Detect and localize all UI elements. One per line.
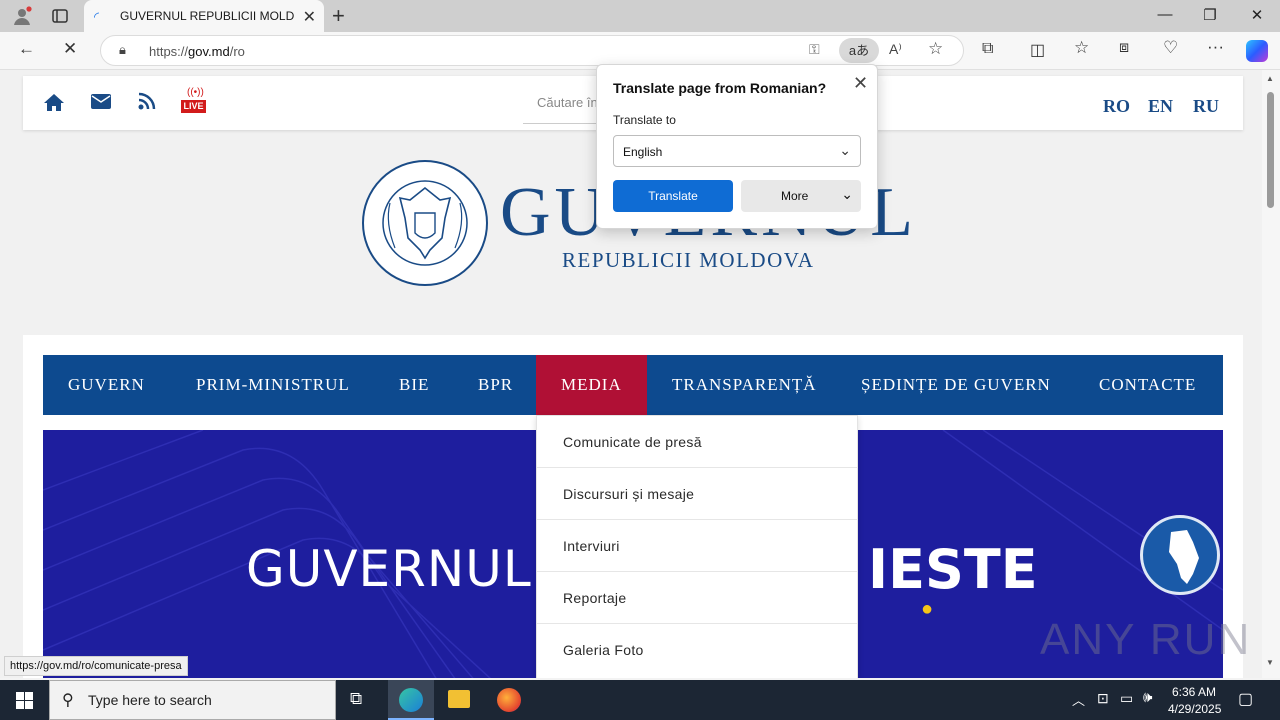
windows-taskbar: ⚲ Type here to search ⧉ ︿ ⊡ ▭ 🕪︎ 6:36 AM… <box>0 680 1280 720</box>
network-icon[interactable]: ⊡ <box>1097 690 1109 707</box>
more-button-label: More <box>781 189 809 203</box>
browser-titlebar: ◜ GUVERNUL REPUBLICII MOLDOV ✕ + — ❐ ✕ <box>0 0 1280 33</box>
more-menu-icon[interactable]: ··· <box>1207 37 1224 57</box>
translate-to-label: Translate to <box>613 113 676 127</box>
firefox-icon[interactable] <box>497 688 521 712</box>
target-language-select[interactable]: English ⌄ <box>613 135 861 167</box>
copilot-icon[interactable] <box>1246 40 1268 62</box>
minimize-icon[interactable]: — <box>1155 6 1175 23</box>
scroll-up-icon[interactable]: ▲ <box>1266 74 1274 83</box>
extensions-icon[interactable]: ⧉ <box>982 40 993 58</box>
browser-tab-active[interactable]: ◜ GUVERNUL REPUBLICII MOLDOV ✕ <box>84 0 324 33</box>
rss-icon[interactable] <box>138 92 156 115</box>
wifi-icon[interactable]: ▭ <box>1120 690 1133 707</box>
close-icon[interactable]: ✕ <box>853 73 868 94</box>
nav-sedinte-de-guvern[interactable]: ȘEDINȚE DE GUVERN <box>861 355 1051 415</box>
profile-icon[interactable] <box>12 6 32 26</box>
nav-bpr[interactable]: BPR <box>478 355 513 415</box>
chevron-down-icon: ⌄ <box>839 142 851 158</box>
back-icon[interactable]: ← <box>18 39 35 59</box>
close-icon[interactable]: ✕ <box>303 7 316 27</box>
notification-icon[interactable]: ▢ <box>1238 689 1253 709</box>
nav-prim-ministrul[interactable]: PRIM-MINISTRUL <box>196 355 350 415</box>
chevron-down-icon: ⌄ <box>841 186 853 202</box>
favorite-star-icon[interactable]: ☆ <box>928 39 943 59</box>
task-view-icon[interactable]: ⧉ <box>350 689 362 709</box>
anyrun-watermark: ANY RUN <box>1040 615 1252 664</box>
submenu-comunicate-de-presa[interactable]: Comunicate de presă <box>537 416 857 468</box>
main-navigation: GUVERN PRIM-MINISTRUL BIE BPR MEDIA TRAN… <box>43 355 1223 415</box>
read-aloud-icon[interactable]: A⁾ <box>889 41 902 58</box>
translate-icon[interactable]: aあ <box>839 38 879 63</box>
scrollbar-thumb[interactable] <box>1267 92 1274 208</box>
nav-contacte[interactable]: CONTACTE <box>1099 355 1196 415</box>
clock-time[interactable]: 6:36 AM <box>1172 685 1216 699</box>
site-search-placeholder: Căutare în <box>537 95 598 110</box>
favorites-icon[interactable]: ☆ <box>1074 38 1089 58</box>
submenu-reportaje[interactable]: Reportaje <box>537 572 857 624</box>
nav-guvern[interactable]: GUVERN <box>68 355 145 415</box>
translate-title: Translate page from Romanian? <box>613 80 827 96</box>
taskbar-search-placeholder: Type here to search <box>88 692 212 708</box>
nav-media[interactable]: MEDIA <box>536 355 647 415</box>
file-explorer-icon[interactable] <box>448 690 470 708</box>
page-scrollbar[interactable]: ▲ ▼ <box>1262 70 1280 678</box>
scroll-down-icon[interactable]: ▼ <box>1266 658 1274 667</box>
submenu-galeria-foto[interactable]: Galeria Foto <box>537 624 857 676</box>
translate-popup: Translate page from Romanian? ✕ Translat… <box>596 64 878 229</box>
lightbulb-icon: ● <box>921 598 934 620</box>
key-icon[interactable]: ⚿ <box>809 41 820 58</box>
url-text[interactable]: https://gov.md/ro <box>149 44 245 59</box>
lang-ru[interactable]: RU <box>1193 96 1219 117</box>
selected-language: English <box>623 145 663 159</box>
tab-title: GUVERNUL REPUBLICII MOLDOV <box>120 9 294 23</box>
loading-icon: ◜ <box>94 9 100 24</box>
status-bar-link: https://gov.md/ro/comunicate-presa <box>4 656 188 676</box>
lang-en[interactable]: EN <box>1148 96 1173 117</box>
stop-icon[interactable]: ✕ <box>63 39 77 59</box>
nav-bie[interactable]: BIE <box>399 355 429 415</box>
live-icon[interactable]: ((•)) LIVE <box>181 88 206 114</box>
logo-subtitle[interactable]: REPUBLICII MOLDOVA <box>562 248 814 273</box>
media-dropdown: Comunicate de presă Discursuri și mesaje… <box>536 415 858 678</box>
home-icon[interactable] <box>43 92 65 117</box>
clock-date[interactable]: 4/29/2025 <box>1168 702 1221 716</box>
tray-chevron-icon[interactable]: ︿ <box>1072 690 1085 709</box>
nav-transparenta[interactable]: TRANSPARENȚĂ <box>672 355 817 415</box>
lang-ro[interactable]: RO <box>1103 96 1130 117</box>
search-icon: ⚲ <box>62 692 74 709</box>
more-button[interactable]: More ⌄ <box>741 180 861 212</box>
edge-taskbar-icon[interactable] <box>388 680 434 720</box>
volume-icon[interactable]: 🕪︎ <box>1143 689 1152 706</box>
browser-essentials-icon[interactable]: ♡ <box>1163 38 1178 58</box>
state-seal-logo[interactable] <box>360 158 490 288</box>
moldova-map-badge[interactable] <box>1140 515 1220 595</box>
split-screen-icon[interactable]: ◫ <box>1030 40 1045 60</box>
tab-actions-icon[interactable] <box>52 8 68 24</box>
submenu-discursuri-si-mesaje[interactable]: Discursuri și mesaje <box>537 468 857 520</box>
address-bar[interactable]: 🔒︎ https://gov.md/ro ⚿ aあ A⁾ ☆ <box>100 35 964 66</box>
lock-icon[interactable]: 🔒︎ <box>119 42 126 58</box>
submenu-interviuri[interactable]: Interviuri <box>537 520 857 572</box>
window-close-icon[interactable]: ✕ <box>1247 6 1267 24</box>
taskbar-search-box[interactable]: ⚲ Type here to search <box>49 680 336 720</box>
collections-icon[interactable]: ⧈ <box>1119 39 1129 57</box>
hero-title-left: GUVERNUL <box>246 540 532 598</box>
mail-icon[interactable] <box>91 94 111 114</box>
translate-button[interactable]: Translate <box>613 180 733 212</box>
hero-title-right: IESTE <box>868 538 1038 601</box>
windows-start-icon[interactable] <box>16 692 33 714</box>
restore-icon[interactable]: ❐ <box>1200 6 1220 24</box>
new-tab-icon[interactable]: + <box>332 3 345 29</box>
